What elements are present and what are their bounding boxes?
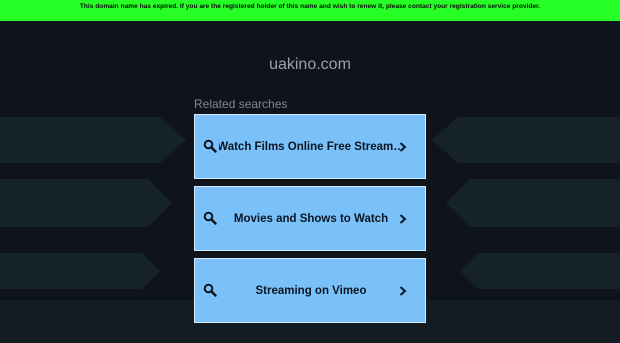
search-icon [203,139,217,153]
expired-domain-notice: This domain name has expired. If you are… [0,0,620,21]
search-icon [203,211,217,225]
related-searches-heading: Related searches [194,97,288,111]
related-search-streaming-vimeo[interactable]: Streaming on Vimeo [194,258,426,323]
related-search-label: Watch Films Online Free Stream… [219,140,403,153]
chevron-right-icon [399,214,407,224]
related-search-label: Streaming on Vimeo [255,284,367,297]
chevron-right-icon [399,142,407,152]
related-search-movies-shows[interactable]: Movies and Shows to Watch [194,186,426,251]
related-search-watch-films[interactable]: Watch Films Online Free Stream… [194,114,426,179]
chevron-right-icon [399,286,407,296]
related-search-label: Movies and Shows to Watch [233,212,389,225]
search-icon [203,283,217,297]
notice-text: This domain name has expired. If you are… [79,3,541,10]
domain-title: uakino.com [269,56,351,73]
